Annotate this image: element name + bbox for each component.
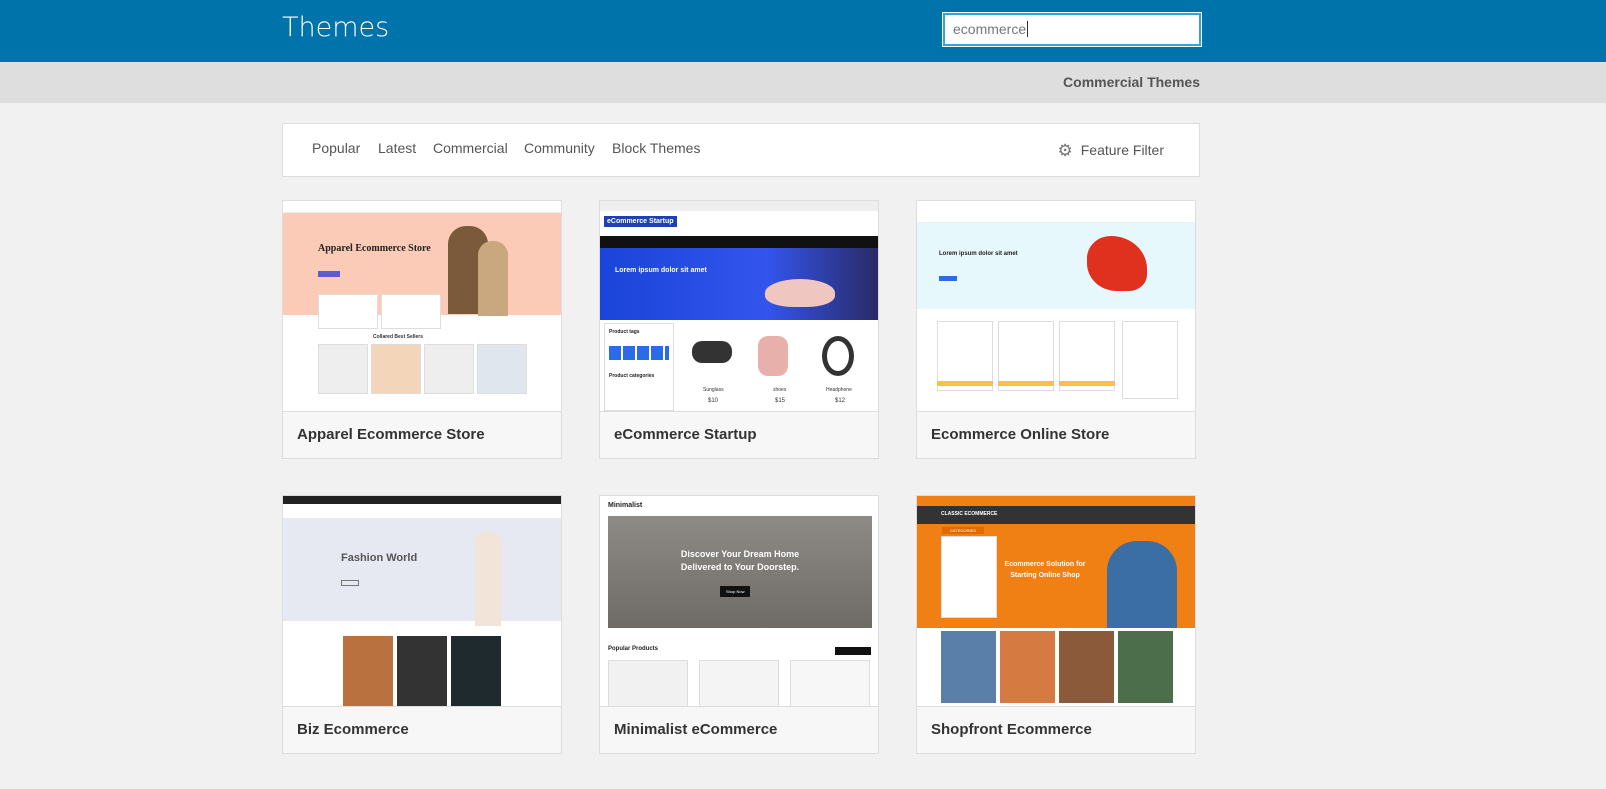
- theme-screenshot: Apparel Ecommerce Store Collared Best Se…: [283, 201, 561, 411]
- theme-screenshot: CLASSIC ECOMMERCE CATEGORIES Ecommerce S…: [917, 496, 1195, 706]
- thumb-heading: Ecommerce Solution for Starting Online S…: [1004, 561, 1086, 579]
- top-header: Themes ecommerce: [0, 0, 1606, 62]
- theme-card[interactable]: eCommerce Startup Lorem ipsum dolor sit …: [599, 200, 879, 459]
- theme-screenshot: Lorem ipsum dolor sit amet: [917, 201, 1195, 411]
- theme-card[interactable]: Apparel Ecommerce Store Collared Best Se…: [282, 200, 562, 459]
- thumb-subheading: Popular Products: [608, 646, 659, 652]
- thumb-logo: Minimalist: [608, 502, 643, 509]
- thumb-side-title: Product tags: [609, 329, 640, 335]
- product-name: Sunglass: [703, 387, 724, 393]
- feature-filter-label: Feature Filter: [1080, 142, 1164, 158]
- gear-icon: ⚙: [1057, 141, 1073, 160]
- theme-card[interactable]: Minimalist Discover Your Dream Home Deli…: [599, 495, 879, 754]
- thumb-subheading: Collared Best Sellers: [373, 334, 424, 340]
- tab-popular[interactable]: Popular: [312, 140, 360, 156]
- theme-screenshot: Minimalist Discover Your Dream Home Deli…: [600, 496, 878, 706]
- filter-bar: Popular Latest Commercial Community Bloc…: [282, 123, 1200, 177]
- search-input[interactable]: ecommerce: [942, 12, 1202, 47]
- thumb-side-title: CATEGORIES: [942, 527, 984, 534]
- theme-card[interactable]: Lorem ipsum dolor sit amet Ecommerce Onl…: [916, 200, 1196, 459]
- thumb-heading: Lorem ipsum dolor sit amet: [615, 267, 707, 274]
- thumb-heading: Fashion World: [341, 552, 418, 564]
- theme-name[interactable]: Biz Ecommerce: [283, 706, 561, 753]
- product-price: $10: [708, 398, 719, 404]
- thumb-heading: Apparel Ecommerce Store: [318, 243, 431, 254]
- tab-latest[interactable]: Latest: [378, 140, 416, 156]
- tab-block-themes[interactable]: Block Themes: [612, 140, 700, 156]
- sub-bar: Commercial Themes: [0, 62, 1606, 103]
- tab-community[interactable]: Community: [524, 140, 595, 156]
- theme-name[interactable]: Minimalist eCommerce: [600, 706, 878, 753]
- product-price: $12: [835, 398, 846, 404]
- page-title: Themes: [282, 12, 390, 43]
- product-name: Headphone: [826, 387, 852, 393]
- feature-filter-button[interactable]: ⚙ Feature Filter: [1058, 140, 1165, 160]
- theme-name[interactable]: eCommerce Startup: [600, 411, 878, 458]
- theme-name[interactable]: Shopfront Ecommerce: [917, 706, 1195, 753]
- commercial-themes-link[interactable]: Commercial Themes: [1063, 74, 1200, 90]
- thumb-logo: CLASSIC ECOMMERCE: [941, 511, 998, 517]
- thumb-side-title: Product categories: [609, 373, 655, 379]
- thumb-heading: Discover Your Dream Home Delivered to Yo…: [680, 549, 800, 572]
- thumb-heading: Lorem ipsum dolor sit amet: [939, 251, 1018, 257]
- theme-screenshot: Fashion World: [283, 496, 561, 706]
- theme-card[interactable]: Fashion World Biz Ecommerce: [282, 495, 562, 754]
- thumb-logo: eCommerce Startup: [604, 216, 677, 227]
- theme-screenshot: eCommerce Startup Lorem ipsum dolor sit …: [600, 201, 878, 411]
- product-price: $15: [775, 398, 786, 404]
- theme-name[interactable]: Ecommerce Online Store: [917, 411, 1195, 458]
- thumb-button: Shop Now: [720, 586, 751, 597]
- product-name: shoes: [773, 387, 787, 393]
- theme-card[interactable]: CLASSIC ECOMMERCE CATEGORIES Ecommerce S…: [916, 495, 1196, 754]
- theme-name[interactable]: Apparel Ecommerce Store: [283, 411, 561, 458]
- search-value: ecommerce: [953, 21, 1027, 37]
- tab-commercial[interactable]: Commercial: [433, 140, 508, 156]
